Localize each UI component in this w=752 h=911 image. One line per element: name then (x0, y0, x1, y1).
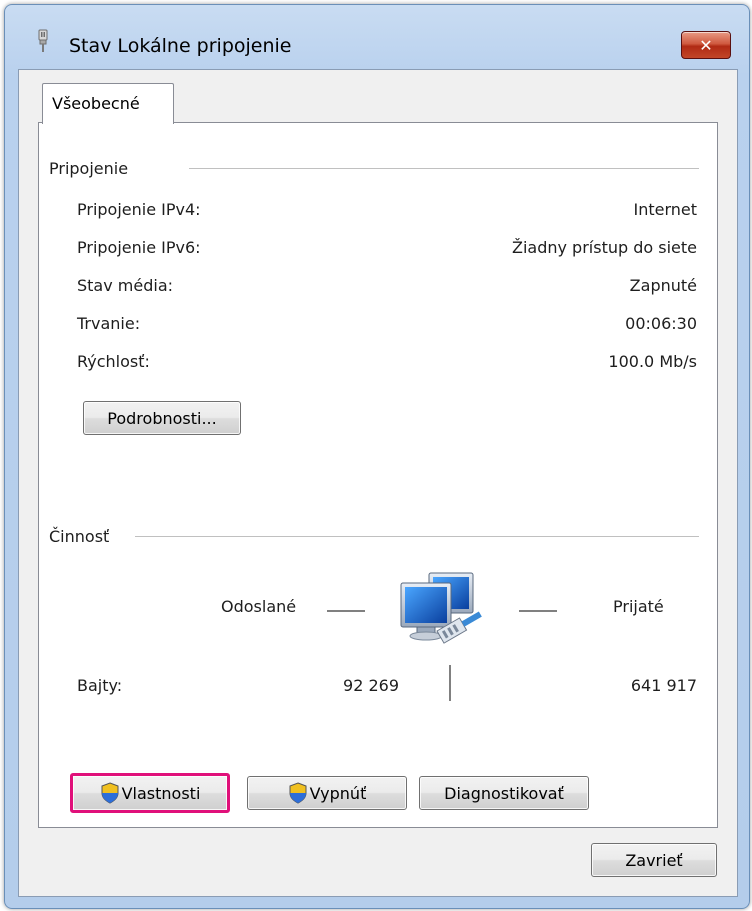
disable-button-label: Vypnúť (309, 783, 367, 803)
duration-value: 00:06:30 (625, 314, 697, 333)
ipv4-label: Pripojenie IPv4: (77, 200, 201, 219)
media-state-value: Zapnuté (629, 276, 697, 295)
close-icon: ✕ (699, 35, 713, 55)
bytes-divider (449, 665, 451, 701)
tab-panel-general: Pripojenie Pripojenie IPv4: Internet Pri… (38, 122, 718, 828)
ipv6-value: Žiadny prístup do siete (511, 238, 697, 257)
window-title: Stav Lokálne pripojenie (69, 35, 292, 57)
network-cable-icon (38, 29, 48, 52)
details-button[interactable]: Podrobnosti... (83, 401, 241, 435)
received-connector-line (519, 610, 557, 612)
connection-group-title: Pripojenie (49, 159, 135, 178)
properties-button-label: Vlastnosti (121, 783, 201, 803)
speed-label: Rýchlosť: (77, 352, 150, 371)
connection-group-line (189, 168, 699, 169)
bytes-sent-value: 92 269 (343, 676, 399, 695)
dialog-window: Stav Lokálne pripojenie ✕ Všeobecné Prip… (4, 4, 750, 909)
uac-shield-icon (289, 782, 307, 804)
network-computers-icon (400, 572, 482, 644)
sent-label: Odoslané (221, 597, 297, 616)
title-bar[interactable]: Stav Lokálne pripojenie ✕ (5, 5, 749, 79)
window-close-button[interactable]: ✕ (681, 31, 731, 59)
ipv4-value: Internet (633, 200, 697, 219)
duration-label: Trvanie: (77, 314, 141, 333)
close-button[interactable]: Zavrieť (591, 843, 717, 877)
properties-button[interactable]: Vlastnosti (70, 773, 230, 813)
bytes-label: Bajty: (77, 676, 123, 695)
dialog-client-area: Všeobecné Pripojenie Pripojenie IPv4: In… (18, 69, 738, 897)
tab-general-label: Všeobecné (52, 94, 140, 113)
activity-group-title: Činnosť (49, 527, 116, 546)
disable-button[interactable]: Vypnúť (247, 776, 407, 810)
media-state-label: Stav média: (77, 276, 174, 295)
received-label: Prijaté (613, 597, 664, 616)
sent-connector-line (327, 610, 365, 612)
details-button-label: Podrobnosti... (107, 408, 217, 428)
close-button-label: Zavrieť (625, 850, 683, 870)
ipv6-label: Pripojenie IPv6: (77, 238, 201, 257)
speed-value: 100.0 Mb/s (608, 352, 697, 371)
tab-general[interactable]: Všeobecné (42, 83, 174, 124)
bytes-received-value: 641 917 (630, 676, 697, 695)
uac-shield-icon (101, 782, 119, 804)
diagnose-button-label: Diagnostikovať (444, 783, 564, 803)
activity-group-line (135, 536, 699, 537)
diagnose-button[interactable]: Diagnostikovať (419, 776, 589, 810)
